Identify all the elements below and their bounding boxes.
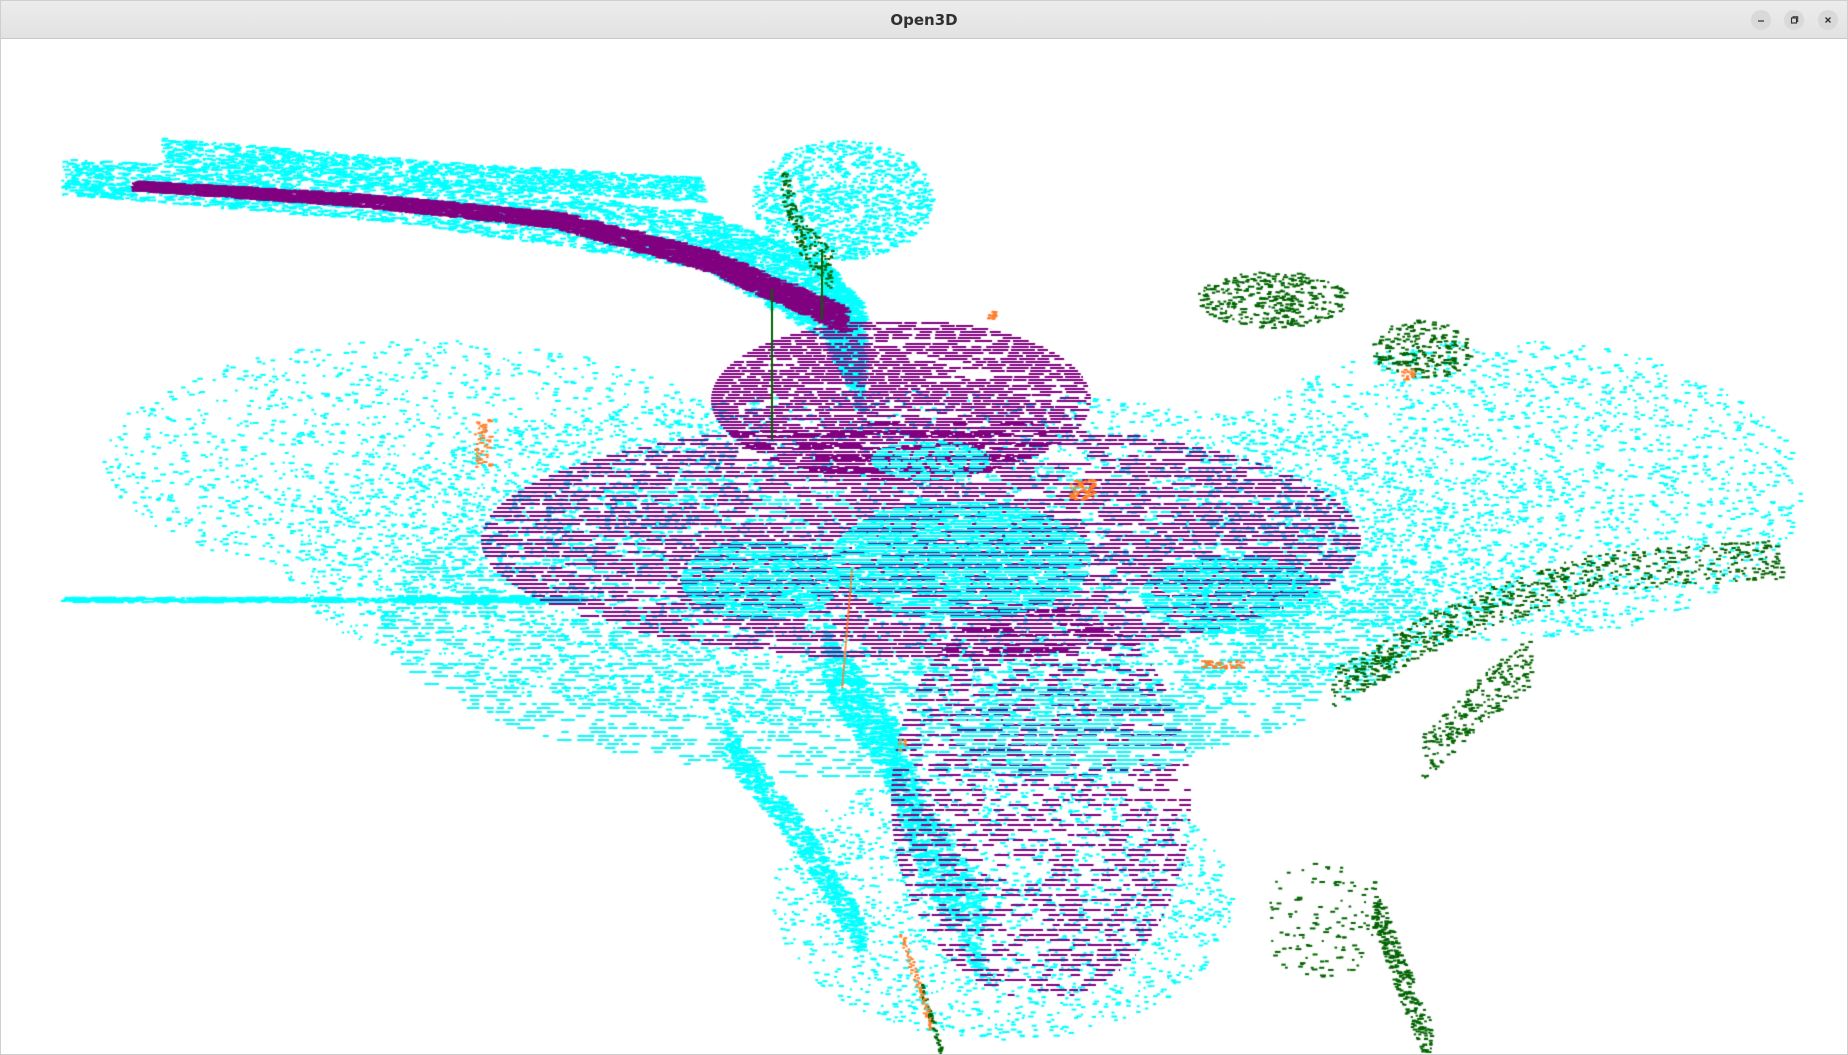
close-button[interactable] — [1818, 10, 1838, 30]
close-icon — [1825, 17, 1831, 23]
title-bar[interactable]: Open3D — [1, 1, 1847, 39]
restore-icon — [1790, 16, 1799, 24]
window-title: Open3D — [890, 11, 958, 29]
minimize-button[interactable] — [1751, 10, 1771, 30]
minimize-icon — [1758, 20, 1764, 22]
maximize-button[interactable] — [1784, 10, 1804, 30]
point-cloud-canvas[interactable] — [1, 39, 1847, 1054]
open3d-window: Open3D — [0, 0, 1848, 1055]
3d-render-viewport[interactable] — [1, 39, 1847, 1054]
